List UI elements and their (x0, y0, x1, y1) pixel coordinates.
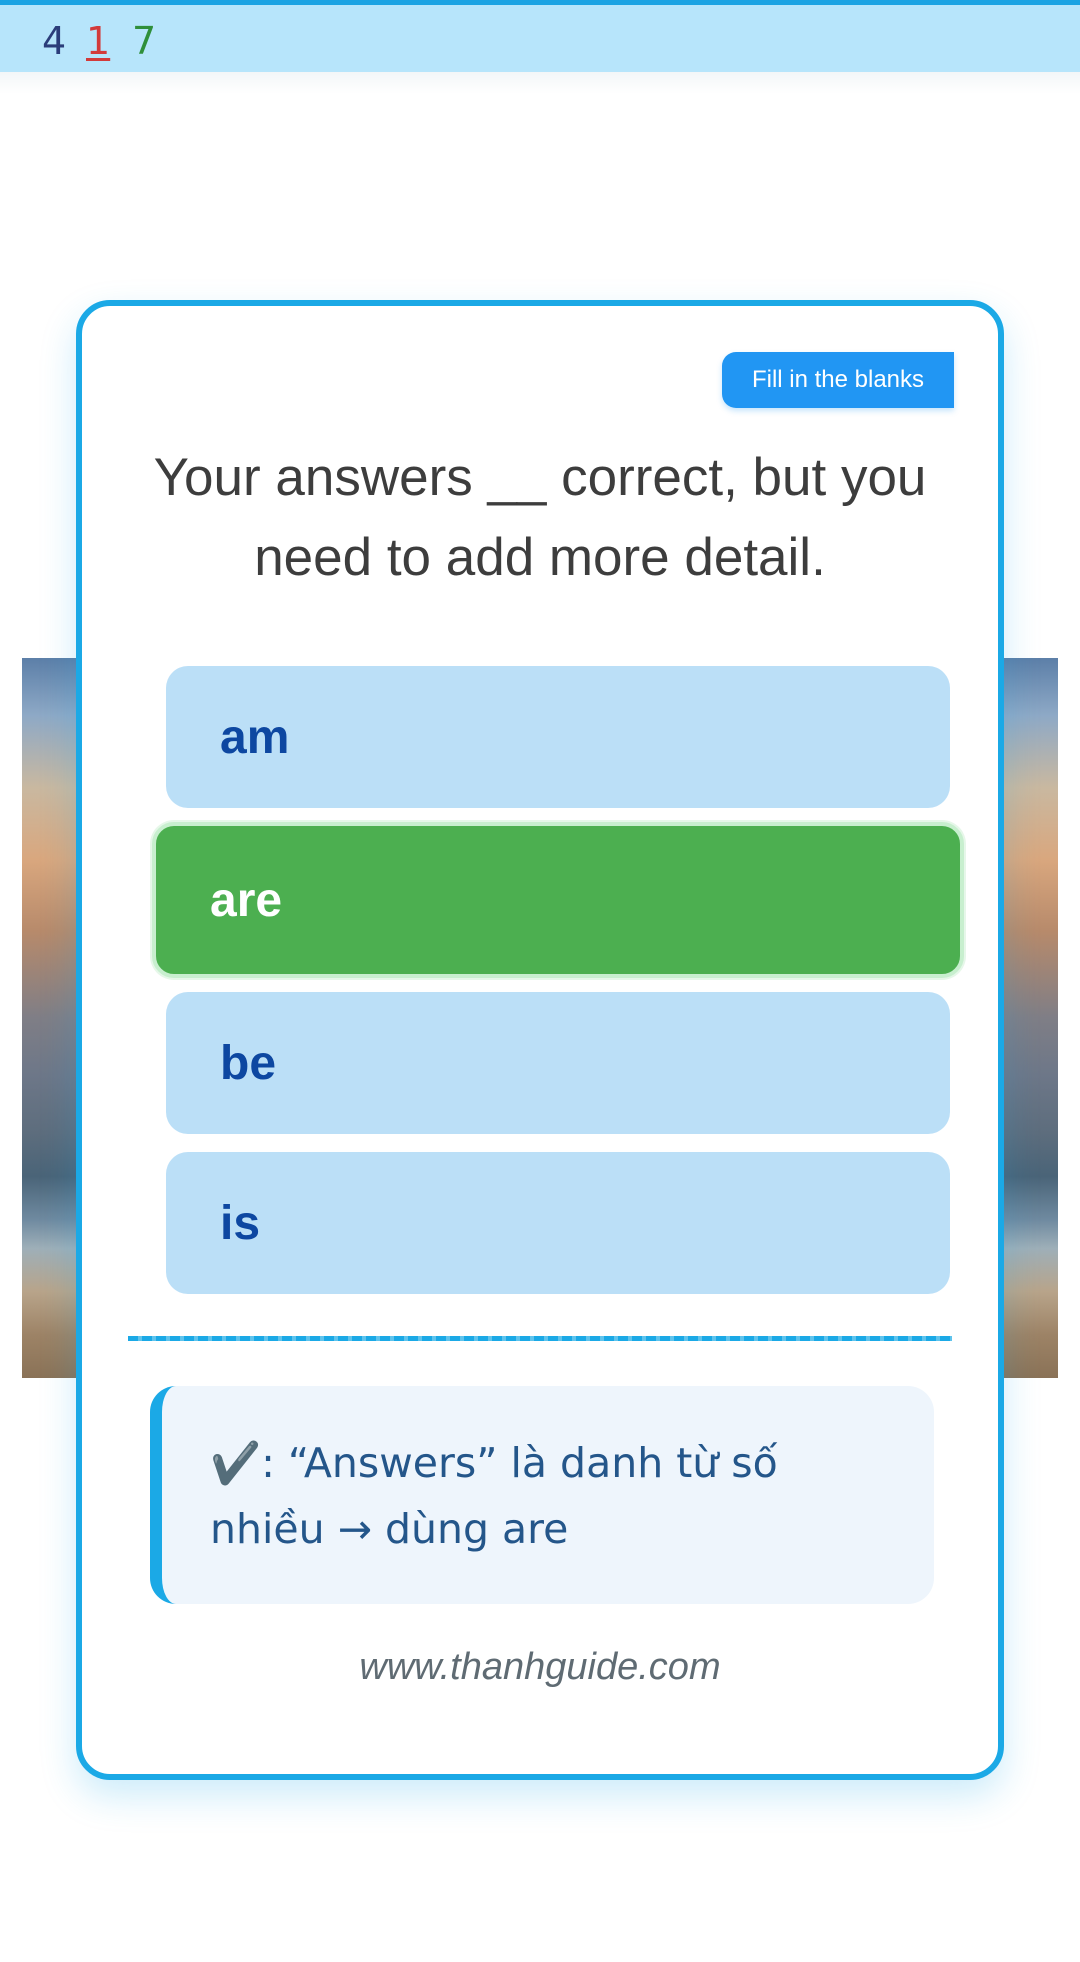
top-bar: 4 1 7 (0, 0, 1080, 72)
quiz-card: Fill in the blanks Your answers __ corre… (76, 300, 1004, 1780)
answer-option-label: is (220, 1196, 261, 1250)
divider (128, 1336, 952, 1341)
answer-option-be[interactable]: be (166, 992, 950, 1134)
answer-option-is[interactable]: is (166, 1152, 950, 1294)
question-type-badge: Fill in the blanks (722, 352, 954, 408)
check-mark-icon: ✔️ (210, 1439, 262, 1487)
explanation-text: : “Answers” là danh từ số nhiều → dùng a… (210, 1439, 778, 1553)
website-footer: www.thanhguide.com (359, 1646, 721, 1688)
question-text: Your answers __ correct, but you need to… (153, 448, 927, 587)
answer-option-are-selected[interactable]: are (152, 822, 964, 978)
background-photo-left (22, 658, 78, 1378)
answer-option-label: am (220, 710, 290, 764)
top-bar-shadow (0, 72, 1080, 94)
counter-number: 7 (132, 19, 157, 63)
counter-number: 4 (42, 19, 67, 63)
counter-number-current[interactable]: 1 (86, 19, 110, 63)
answer-option-am[interactable]: am (166, 666, 950, 808)
answer-option-label: be (220, 1036, 277, 1090)
background-photo-right (1002, 658, 1058, 1378)
answer-option-label: are (210, 873, 283, 927)
explanation-box: ✔️: “Answers” là danh từ số nhiều → dùng… (150, 1386, 934, 1604)
